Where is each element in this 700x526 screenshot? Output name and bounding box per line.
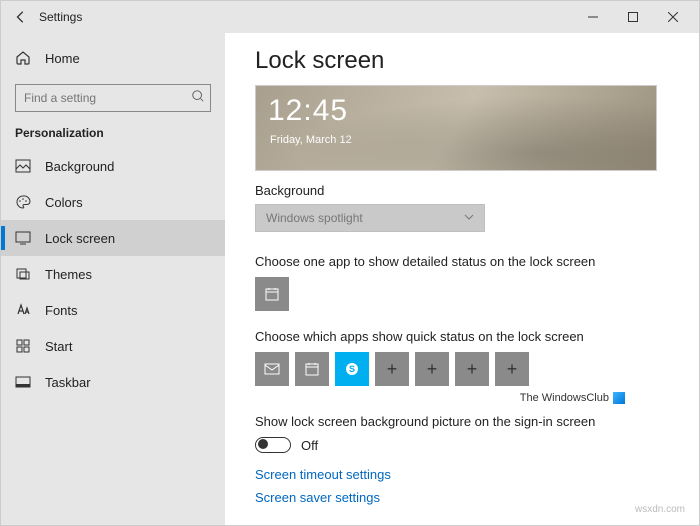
- sidebar-item-background[interactable]: Background: [1, 148, 225, 184]
- nav-label: Themes: [45, 267, 92, 282]
- lock-screen-preview[interactable]: 12:45 Friday, March 12: [255, 85, 657, 171]
- signin-bg-label: Show lock screen background picture on t…: [255, 414, 669, 429]
- nav-label: Colors: [45, 195, 83, 210]
- quick-status-label: Choose which apps show quick status on t…: [255, 329, 669, 344]
- skype-icon: S: [344, 361, 360, 377]
- detailed-status-label: Choose one app to show detailed status o…: [255, 254, 669, 269]
- toggle-state-label: Off: [301, 438, 318, 453]
- start-icon: [15, 338, 31, 354]
- close-button[interactable]: [653, 1, 693, 33]
- titlebar: Settings: [1, 1, 699, 33]
- taskbar-icon: [15, 374, 31, 390]
- sidebar-item-colors[interactable]: Colors: [1, 184, 225, 220]
- themes-icon: [15, 266, 31, 282]
- quick-status-tile-skype[interactable]: S: [335, 352, 369, 386]
- screen-saver-link[interactable]: Screen saver settings: [255, 490, 669, 505]
- preview-date: Friday, March 12: [270, 134, 352, 146]
- background-label: Background: [255, 183, 669, 198]
- quick-status-add-2[interactable]: +: [415, 352, 449, 386]
- calendar-icon: [304, 361, 320, 377]
- search-box[interactable]: [15, 84, 211, 112]
- nav-label: Lock screen: [45, 231, 115, 246]
- picture-icon: [15, 158, 31, 174]
- maximize-button[interactable]: [613, 1, 653, 33]
- lock-screen-icon: [15, 230, 31, 246]
- window-title: Settings: [39, 10, 82, 24]
- nav-label: Taskbar: [45, 375, 91, 390]
- sidebar-item-lock-screen[interactable]: Lock screen: [1, 220, 225, 256]
- background-dropdown[interactable]: Windows spotlight: [255, 204, 485, 232]
- nav-label: Fonts: [45, 303, 78, 318]
- chevron-down-icon: [464, 211, 474, 225]
- page-title: Lock screen: [255, 47, 669, 75]
- credit-logo-icon: [613, 392, 625, 404]
- credit-text: The WindowsClub: [255, 392, 669, 404]
- minimize-button[interactable]: [573, 1, 613, 33]
- quick-status-tile-calendar[interactable]: [295, 352, 329, 386]
- home-nav[interactable]: Home: [1, 41, 225, 76]
- mail-icon: [264, 361, 280, 377]
- category-label: Personalization: [1, 122, 225, 148]
- home-icon: [15, 49, 31, 68]
- watermark: wsxdn.com: [635, 504, 685, 515]
- palette-icon: [15, 194, 31, 210]
- search-icon: [191, 89, 205, 106]
- search-input[interactable]: [15, 84, 211, 112]
- svg-text:S: S: [349, 364, 355, 374]
- quick-status-tile-mail[interactable]: [255, 352, 289, 386]
- screen-timeout-link[interactable]: Screen timeout settings: [255, 467, 669, 482]
- quick-status-add-4[interactable]: +: [495, 352, 529, 386]
- home-label: Home: [45, 51, 80, 66]
- sidebar: Home Personalization Background Colors L…: [1, 33, 225, 525]
- plus-icon: +: [427, 359, 438, 380]
- sidebar-item-fonts[interactable]: Fonts: [1, 292, 225, 328]
- main-content: Lock screen 12:45 Friday, March 12 Backg…: [225, 33, 699, 525]
- nav-label: Background: [45, 159, 114, 174]
- detailed-status-app-tile[interactable]: [255, 277, 289, 311]
- calendar-icon: [264, 286, 280, 302]
- quick-status-add-3[interactable]: +: [455, 352, 489, 386]
- dropdown-value: Windows spotlight: [266, 211, 363, 225]
- nav-label: Start: [45, 339, 72, 354]
- fonts-icon: [15, 302, 31, 318]
- quick-status-add-1[interactable]: +: [375, 352, 409, 386]
- sidebar-item-taskbar[interactable]: Taskbar: [1, 364, 225, 400]
- signin-bg-toggle[interactable]: [255, 437, 291, 453]
- preview-time: 12:45: [268, 94, 348, 128]
- plus-icon: +: [467, 359, 478, 380]
- plus-icon: +: [507, 359, 518, 380]
- sidebar-item-themes[interactable]: Themes: [1, 256, 225, 292]
- plus-icon: +: [387, 359, 398, 380]
- sidebar-item-start[interactable]: Start: [1, 328, 225, 364]
- back-button[interactable]: [7, 10, 35, 24]
